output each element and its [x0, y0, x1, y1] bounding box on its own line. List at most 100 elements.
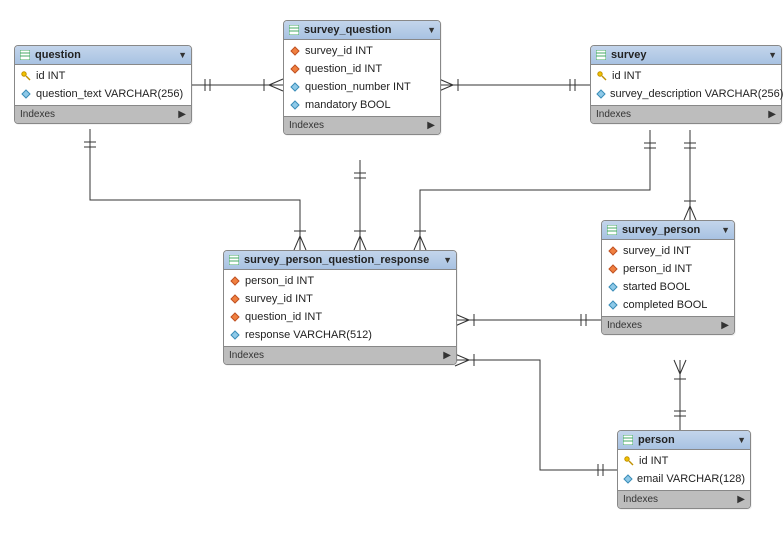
- entity-header[interactable]: question ▼: [15, 46, 191, 65]
- entity-columns: id INT email VARCHAR(128): [618, 450, 750, 490]
- diamond-icon: [229, 329, 241, 341]
- column-text: question_number INT: [305, 81, 411, 93]
- footer-label: Indexes: [20, 109, 55, 120]
- footer-label: Indexes: [289, 120, 324, 131]
- fk-icon: [607, 263, 619, 275]
- chevron-right-icon: ▶: [721, 320, 729, 331]
- diamond-icon: [623, 473, 633, 485]
- column-row: survey_id INT: [224, 290, 456, 308]
- diamond-icon: [607, 281, 619, 293]
- entity-title: person: [638, 434, 675, 446]
- column-row: mandatory BOOL: [284, 96, 440, 114]
- column-row: question_id INT: [284, 60, 440, 78]
- column-text: survey_id INT: [305, 45, 373, 57]
- table-icon: [606, 224, 618, 236]
- column-row: question_id INT: [224, 308, 456, 326]
- table-icon: [288, 24, 300, 36]
- chevron-right-icon: ▶: [443, 350, 451, 361]
- column-row: id INT: [591, 67, 781, 85]
- column-text: survey_description VARCHAR(256): [610, 88, 783, 100]
- diamond-icon: [289, 81, 301, 93]
- column-text: question_text VARCHAR(256): [36, 88, 183, 100]
- column-row: question_text VARCHAR(256): [15, 85, 191, 103]
- chevron-down-icon[interactable]: ▼: [768, 50, 777, 60]
- entity-title: survey_person: [622, 224, 700, 236]
- entity-title: survey_question: [304, 24, 391, 36]
- column-text: survey_id INT: [623, 245, 691, 257]
- entity-header[interactable]: survey_person ▼: [602, 221, 734, 240]
- column-row: survey_description VARCHAR(256): [591, 85, 781, 103]
- column-text: response VARCHAR(512): [245, 329, 372, 341]
- column-text: id INT: [639, 455, 668, 467]
- footer-label: Indexes: [607, 320, 642, 331]
- column-text: person_id INT: [623, 263, 692, 275]
- fk-icon: [289, 45, 301, 57]
- footer-label: Indexes: [623, 494, 658, 505]
- entity-footer[interactable]: Indexes ▶: [618, 490, 750, 508]
- entity-columns: person_id INT survey_id INT question_id …: [224, 270, 456, 346]
- entity-footer[interactable]: Indexes ▶: [284, 116, 440, 134]
- column-text: completed BOOL: [623, 299, 707, 311]
- entity-columns: id INT survey_description VARCHAR(256): [591, 65, 781, 105]
- chevron-right-icon: ▶: [737, 494, 745, 505]
- column-text: question_id INT: [245, 311, 322, 323]
- table-icon: [622, 434, 634, 446]
- entity-title: survey: [611, 49, 646, 61]
- chevron-down-icon[interactable]: ▼: [178, 50, 187, 60]
- column-row: person_id INT: [602, 260, 734, 278]
- entity-footer[interactable]: Indexes ▶: [591, 105, 781, 123]
- entity-columns: survey_id INT person_id INT started BOOL…: [602, 240, 734, 316]
- column-row: completed BOOL: [602, 296, 734, 314]
- entity-header[interactable]: survey_question ▼: [284, 21, 440, 40]
- column-row: survey_id INT: [284, 42, 440, 60]
- diamond-icon: [289, 99, 301, 111]
- chevron-down-icon[interactable]: ▼: [427, 25, 436, 35]
- fk-icon: [229, 311, 241, 323]
- column-row: started BOOL: [602, 278, 734, 296]
- fk-icon: [607, 245, 619, 257]
- column-text: survey_id INT: [245, 293, 313, 305]
- diamond-icon: [20, 88, 32, 100]
- entity-survey-question[interactable]: survey_question ▼ survey_id INT question…: [283, 20, 441, 135]
- entity-footer[interactable]: Indexes ▶: [602, 316, 734, 334]
- fk-icon: [229, 293, 241, 305]
- entity-footer[interactable]: Indexes ▶: [224, 346, 456, 364]
- chevron-right-icon: ▶: [768, 109, 776, 120]
- entity-header[interactable]: survey ▼: [591, 46, 781, 65]
- entity-footer[interactable]: Indexes ▶: [15, 105, 191, 123]
- entity-header[interactable]: person ▼: [618, 431, 750, 450]
- column-row: response VARCHAR(512): [224, 326, 456, 344]
- column-row: id INT: [15, 67, 191, 85]
- chevron-down-icon[interactable]: ▼: [721, 225, 730, 235]
- entity-header[interactable]: survey_person_question_response ▼: [224, 251, 456, 270]
- chevron-right-icon: ▶: [427, 120, 435, 131]
- column-text: id INT: [36, 70, 65, 82]
- entity-survey-person[interactable]: survey_person ▼ survey_id INT person_id …: [601, 220, 735, 335]
- column-row: question_number INT: [284, 78, 440, 96]
- footer-label: Indexes: [596, 109, 631, 120]
- entity-question[interactable]: question ▼ id INT question_text VARCHAR(…: [14, 45, 192, 124]
- entity-survey[interactable]: survey ▼ id INT survey_description VARCH…: [590, 45, 782, 124]
- entity-title: survey_person_question_response: [244, 254, 429, 266]
- entity-columns: id INT question_text VARCHAR(256): [15, 65, 191, 105]
- column-text: question_id INT: [305, 63, 382, 75]
- chevron-down-icon[interactable]: ▼: [737, 435, 746, 445]
- entity-title: question: [35, 49, 81, 61]
- table-icon: [19, 49, 31, 61]
- column-row: email VARCHAR(128): [618, 470, 750, 488]
- column-text: mandatory BOOL: [305, 99, 391, 111]
- diamond-icon: [607, 299, 619, 311]
- entity-person[interactable]: person ▼ id INT email VARCHAR(128) Index…: [617, 430, 751, 509]
- chevron-down-icon[interactable]: ▼: [443, 255, 452, 265]
- key-icon: [596, 70, 608, 82]
- column-text: person_id INT: [245, 275, 314, 287]
- chevron-right-icon: ▶: [178, 109, 186, 120]
- footer-label: Indexes: [229, 350, 264, 361]
- table-icon: [595, 49, 607, 61]
- entity-survey-person-question-response[interactable]: survey_person_question_response ▼ person…: [223, 250, 457, 365]
- column-text: id INT: [612, 70, 641, 82]
- column-text: started BOOL: [623, 281, 690, 293]
- key-icon: [20, 70, 32, 82]
- column-text: email VARCHAR(128): [637, 473, 745, 485]
- key-icon: [623, 455, 635, 467]
